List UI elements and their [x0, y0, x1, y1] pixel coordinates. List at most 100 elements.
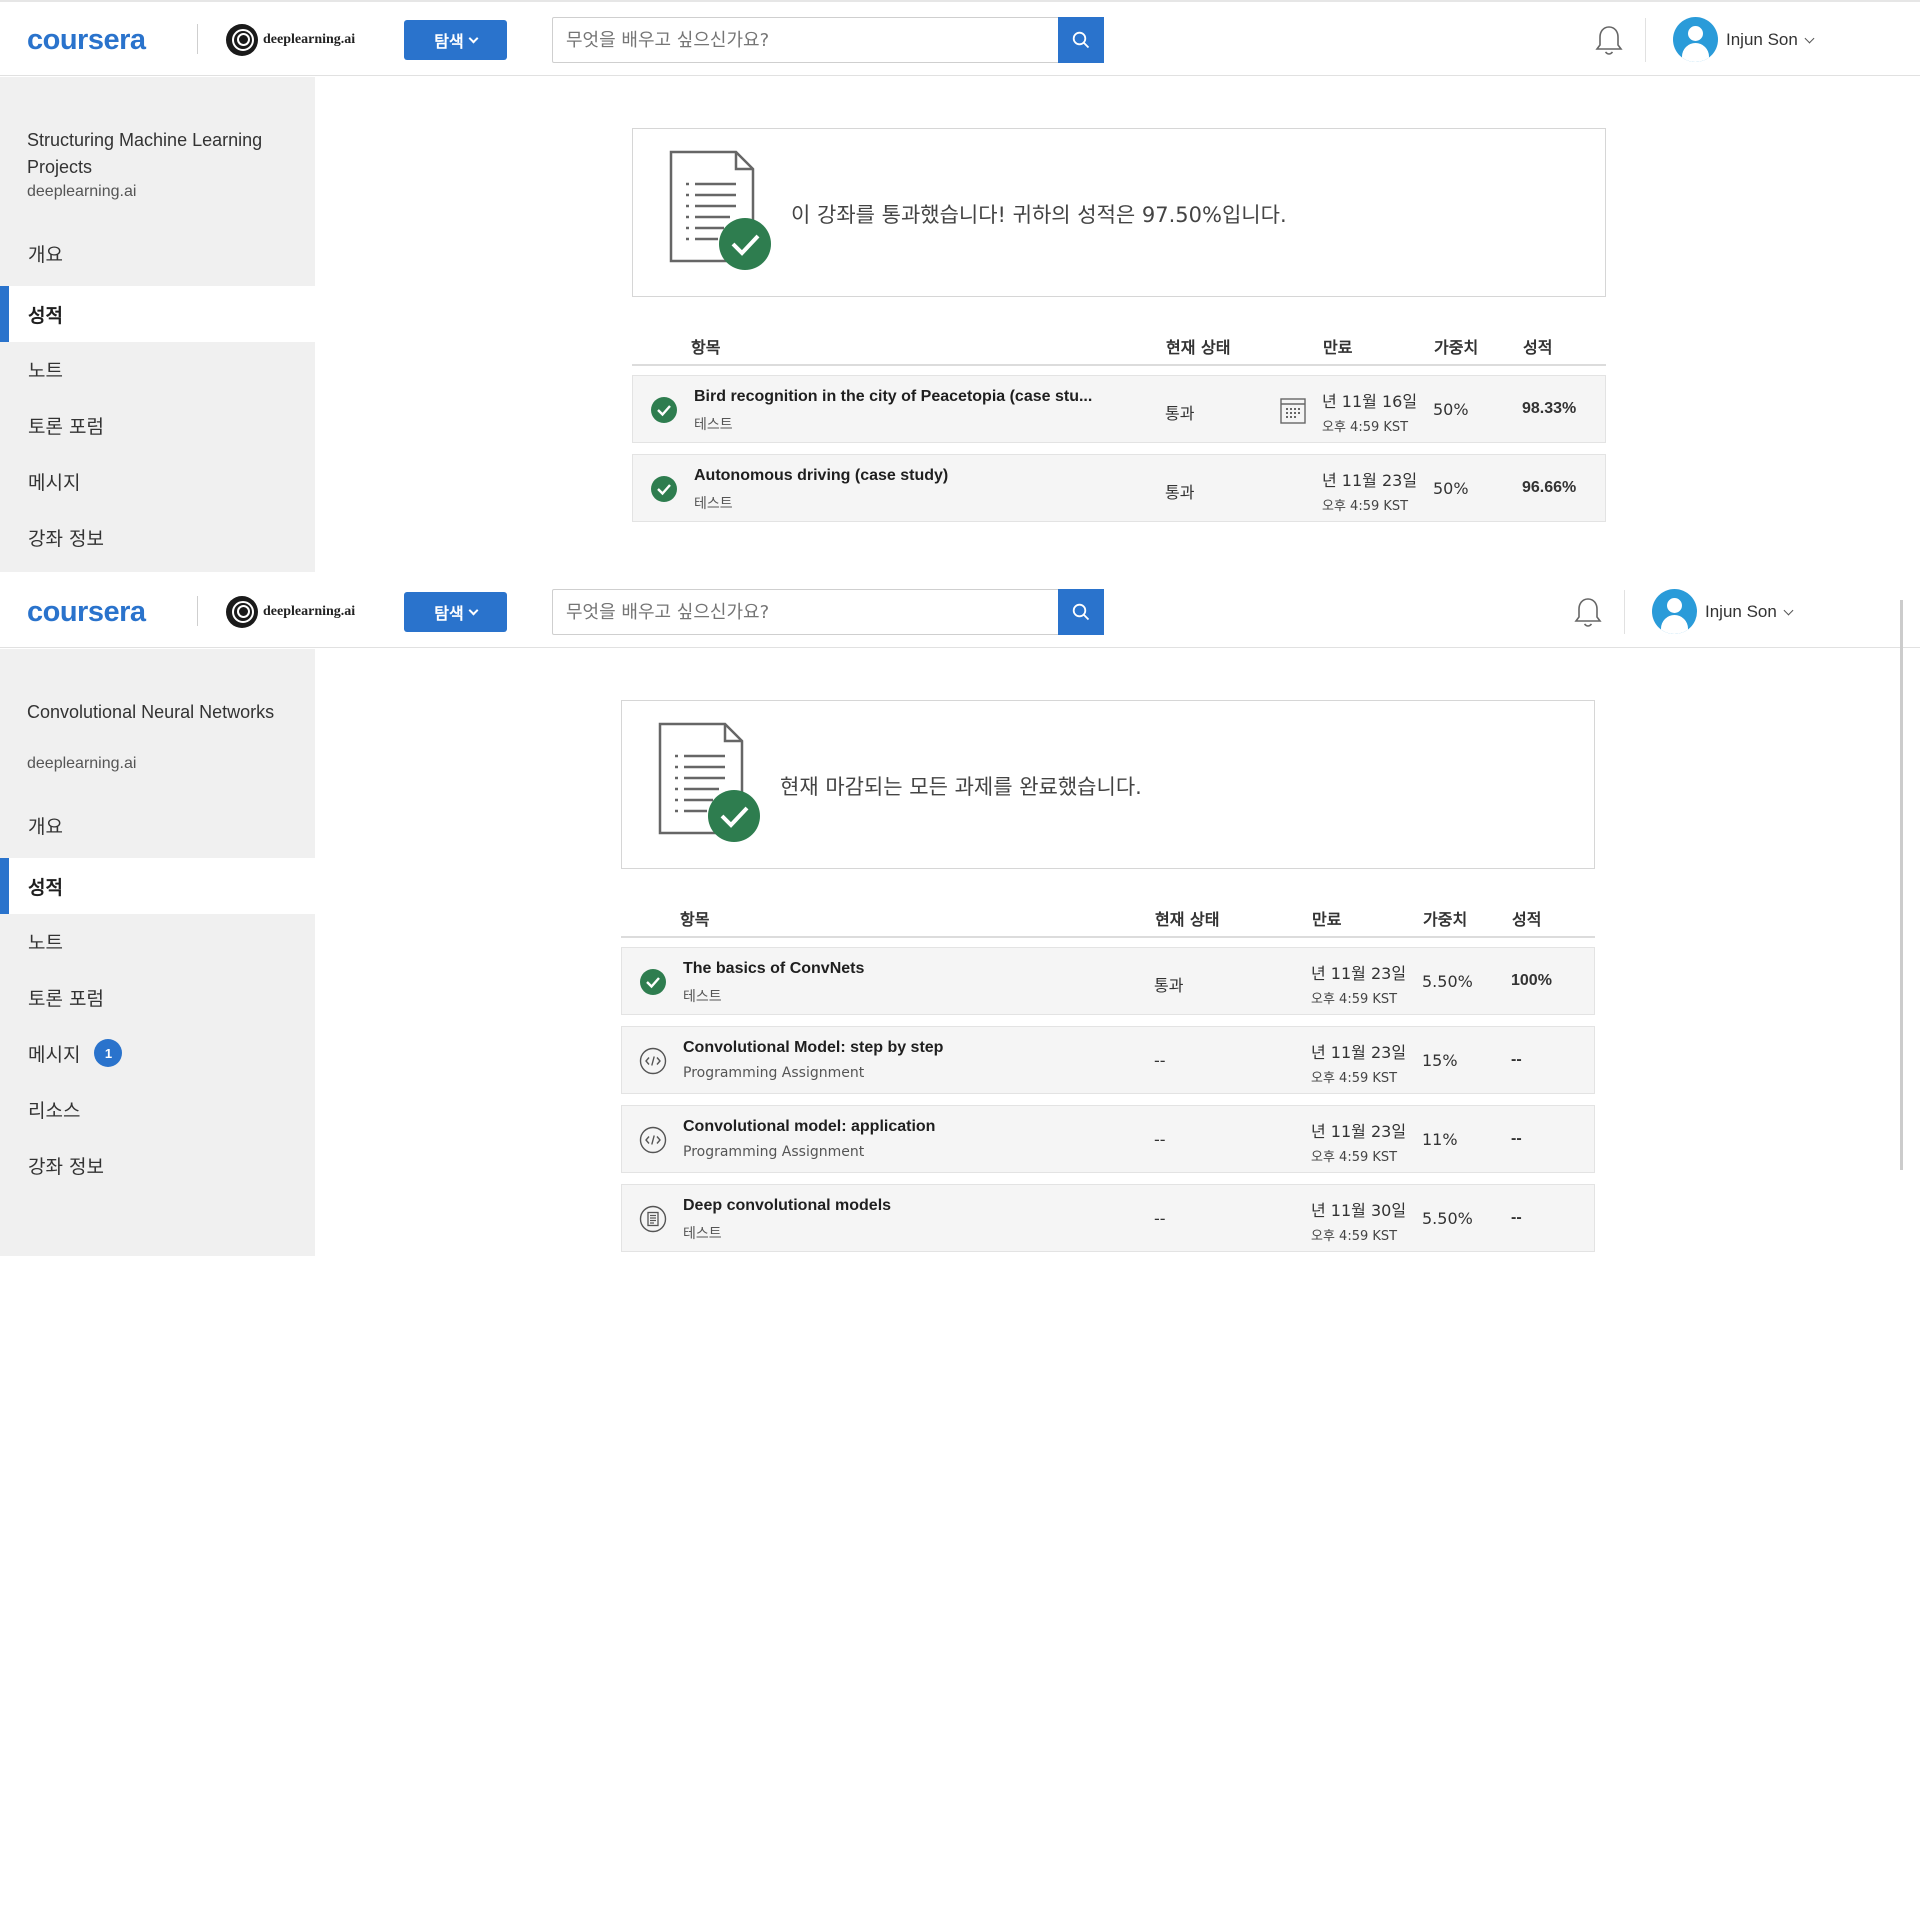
due-time: 오후 4:59 KST — [1311, 992, 1398, 1007]
item-type: 테스트 — [694, 496, 733, 512]
item-title[interactable]: Bird recognition in the city of Peacetop… — [694, 388, 1092, 406]
col-item: 항목 — [691, 338, 721, 357]
sidebar-item-grades[interactable]: 성적 — [0, 286, 315, 342]
table-row[interactable]: Convolutional model: application Program… — [621, 1105, 1595, 1173]
sidebar-item-resources[interactable]: 리소스 — [0, 1081, 315, 1137]
search-icon — [1072, 31, 1090, 49]
item-weight: 11% — [1422, 1130, 1458, 1149]
table-row[interactable]: The basics of ConvNets 테스트 통과 년 11월 23일 … — [621, 947, 1595, 1015]
chevron-down-icon — [1783, 605, 1794, 615]
search-button[interactable] — [1058, 589, 1104, 635]
item-status: 통과 — [1165, 483, 1195, 502]
header-divider — [1645, 18, 1646, 62]
user-menu[interactable]: Injun Son — [1705, 602, 1794, 622]
partner-logo[interactable]: deeplearning.ai — [226, 596, 355, 628]
sidebar-item-forums[interactable]: 토론 포럼 — [0, 397, 315, 453]
search-button[interactable] — [1058, 17, 1104, 63]
item-type: Programming Assignment — [683, 1144, 865, 1160]
partner-logo[interactable]: deeplearning.ai — [226, 24, 355, 56]
header-divider — [1624, 590, 1625, 634]
grades-panel-cnn: coursera deeplearning.ai 탐색 Injun Son Co… — [0, 574, 1920, 1256]
col-weight: 가중치 — [1434, 338, 1479, 357]
search-input[interactable] — [553, 590, 1059, 634]
col-due: 만료 — [1323, 338, 1353, 357]
course-title[interactable]: Convolutional Neural Networks — [27, 699, 297, 726]
item-grade: 96.66% — [1522, 479, 1577, 496]
due-date: 년 11월 23일 — [1311, 1122, 1407, 1141]
sidebar-item-course-info[interactable]: 강좌 정보 — [0, 1137, 315, 1193]
document-check-icon — [658, 722, 760, 842]
item-title[interactable]: Convolutional Model: step by step — [683, 1039, 943, 1057]
explore-button[interactable]: 탐색 — [404, 20, 507, 60]
search-input[interactable] — [553, 18, 1059, 62]
item-title[interactable]: Convolutional model: application — [683, 1118, 935, 1136]
top-header: coursera deeplearning.ai 탐색 Injun Son — [0, 2, 1920, 76]
course-title[interactable]: Structuring Machine Learning Projects — [27, 127, 297, 181]
explore-label: 탐색 — [434, 34, 464, 51]
item-grade: -- — [1511, 1130, 1522, 1147]
sidebar-item-messages[interactable]: 메시지 — [0, 453, 315, 509]
item-grade: -- — [1511, 1051, 1522, 1068]
deeplearning-logo-icon — [226, 596, 258, 628]
table-row[interactable]: Convolutional Model: step by step Progra… — [621, 1026, 1595, 1094]
avatar[interactable] — [1673, 17, 1718, 62]
item-weight: 5.50% — [1422, 1209, 1473, 1228]
scrollbar[interactable] — [1900, 600, 1903, 1170]
item-title[interactable]: Autonomous driving (case study) — [694, 467, 948, 485]
sidebar-item-course-info[interactable]: 강좌 정보 — [0, 509, 315, 565]
quiz-icon — [639, 1205, 667, 1233]
sidebar-item-overview[interactable]: 개요 — [0, 225, 315, 281]
sidebar-item-notes[interactable]: 노트 — [0, 913, 315, 969]
col-grade: 성적 — [1523, 338, 1553, 357]
sidebar-item-forums[interactable]: 토론 포럼 — [0, 969, 315, 1025]
grade-summary-card: 이 강좌를 통과했습니다! 귀하의 성적은 97.50%입니다. — [632, 128, 1606, 297]
due-time: 오후 4:59 KST — [1311, 1150, 1398, 1165]
table-row[interactable]: Deep convolutional models 테스트 -- 년 11월 3… — [621, 1184, 1595, 1252]
due-date: 년 11월 23일 — [1311, 1043, 1407, 1062]
search-box — [552, 17, 1104, 63]
search-icon — [1072, 603, 1090, 621]
sidebar-item-grades[interactable]: 성적 — [0, 858, 315, 914]
due-date: 년 11월 30일 — [1311, 1201, 1407, 1220]
item-weight: 15% — [1422, 1051, 1458, 1070]
item-title[interactable]: The basics of ConvNets — [683, 960, 864, 978]
due-time: 오후 4:59 KST — [1311, 1071, 1398, 1086]
item-weight: 50% — [1433, 400, 1469, 419]
explore-button[interactable]: 탐색 — [404, 592, 507, 632]
code-icon — [639, 1126, 667, 1154]
course-sidebar: Convolutional Neural Networks deeplearni… — [0, 649, 315, 1256]
col-item: 항목 — [680, 910, 710, 929]
col-weight: 가중치 — [1423, 910, 1468, 929]
item-status: -- — [1154, 1051, 1166, 1070]
explore-label: 탐색 — [434, 606, 464, 623]
item-title[interactable]: Deep convolutional models — [683, 1197, 891, 1215]
item-type: Programming Assignment — [683, 1065, 865, 1081]
item-weight: 50% — [1433, 479, 1469, 498]
code-icon — [639, 1047, 667, 1075]
logo-divider — [197, 24, 198, 54]
table-row[interactable]: Bird recognition in the city of Peacetop… — [632, 375, 1606, 443]
sidebar-item-overview[interactable]: 개요 — [0, 797, 315, 853]
avatar[interactable] — [1652, 589, 1697, 634]
notification-bell-icon[interactable] — [1594, 24, 1624, 58]
coursera-logo[interactable]: coursera — [27, 24, 146, 57]
user-menu[interactable]: Injun Son — [1726, 30, 1815, 50]
coursera-logo[interactable]: coursera — [27, 596, 146, 629]
course-sidebar: Structuring Machine Learning Projects de… — [0, 77, 315, 572]
user-name: Injun Son — [1726, 30, 1798, 49]
col-status: 현재 상태 — [1155, 910, 1220, 929]
item-grade: -- — [1511, 1209, 1522, 1226]
sidebar-item-notes[interactable]: 노트 — [0, 341, 315, 397]
notification-bell-icon[interactable] — [1573, 596, 1603, 630]
table-row[interactable]: Autonomous driving (case study) 테스트 통과 년… — [632, 454, 1606, 522]
chevron-down-icon — [468, 605, 479, 615]
due-date: 년 11월 23일 — [1322, 471, 1418, 490]
calendar-icon[interactable] — [1280, 396, 1306, 424]
due-date: 년 11월 16일 — [1322, 392, 1418, 411]
col-status: 현재 상태 — [1166, 338, 1231, 357]
item-type: 테스트 — [694, 417, 733, 433]
sidebar-item-messages[interactable]: 메시지 1 — [0, 1025, 315, 1081]
summary-message: 현재 마감되는 모든 과제를 완료했습니다. — [780, 775, 1142, 799]
chevron-down-icon — [1804, 33, 1815, 43]
check-circle-icon — [640, 969, 666, 995]
